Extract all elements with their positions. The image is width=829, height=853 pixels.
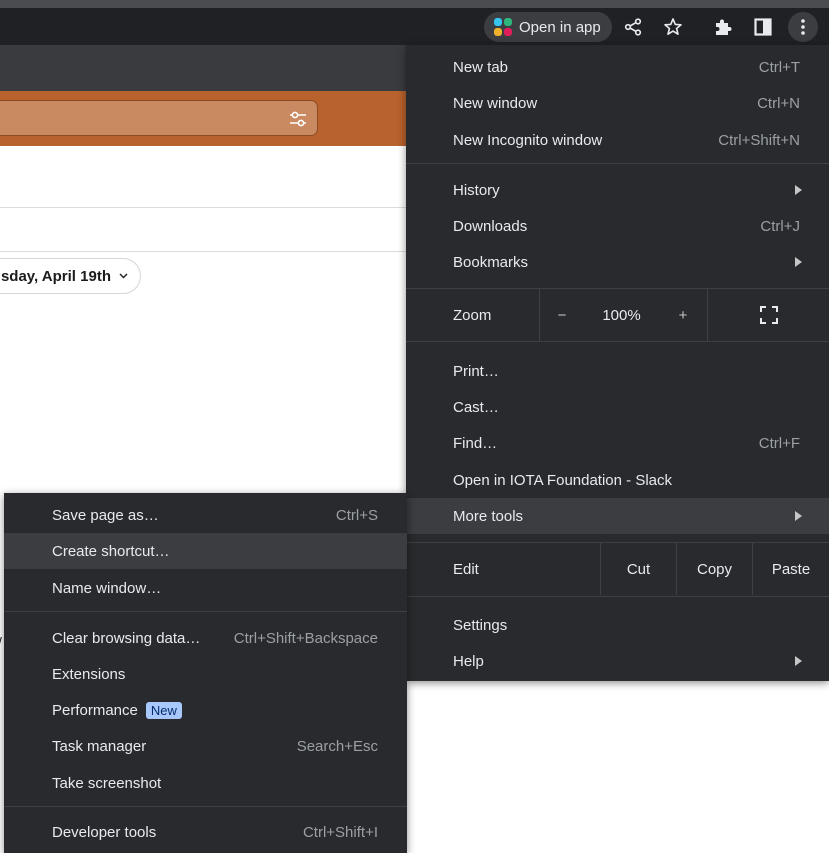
menu-item-shortcut: Ctrl+Shift+N [718, 131, 800, 149]
menu-item-label: Clear browsing data… [52, 629, 201, 647]
copy-button[interactable]: Copy [677, 543, 752, 595]
page-top-band [0, 45, 406, 91]
menu-item-label: Create shortcut… [52, 542, 170, 560]
menu-separator [406, 341, 829, 342]
menu-item-label: Name window… [52, 579, 162, 597]
menu-separator [4, 611, 407, 612]
menu-item-bookmarks[interactable]: Bookmarks [406, 244, 829, 280]
menu-separator [406, 596, 829, 597]
more-vert-icon[interactable] [788, 12, 818, 42]
menu-item-label: New window [453, 94, 538, 112]
menu-item-new-incognito[interactable]: New Incognito window Ctrl+Shift+N [406, 122, 829, 158]
menu-item-open-in-slack[interactable]: Open in IOTA Foundation - Slack [406, 462, 829, 498]
menu-item-label: Help [453, 652, 484, 670]
date-label: sday, April 19th [0, 267, 111, 285]
menu-item-print[interactable]: Print… [406, 353, 829, 389]
submenu-arrow-icon [795, 511, 802, 521]
search-input[interactable] [0, 100, 318, 136]
menu-item-label: Open in IOTA Foundation - Slack [453, 471, 673, 489]
star-icon[interactable] [658, 12, 688, 42]
divider [0, 251, 406, 252]
menu-item-create-shortcut[interactable]: Create shortcut… [4, 533, 407, 569]
menu-item-label: New tab [453, 58, 509, 76]
submenu-arrow-icon [795, 257, 802, 267]
menu-item-new-window[interactable]: New window Ctrl+N [406, 85, 829, 121]
open-in-app-label: Open in app [519, 18, 601, 36]
search-filter-icon[interactable] [287, 108, 309, 130]
menu-item-performance-label: Performance New [52, 701, 182, 719]
menu-item-label: Performance [52, 701, 138, 719]
zoom-row: Zoom − 100% + [406, 289, 829, 341]
menu-item-label: History [453, 181, 500, 199]
divider [0, 207, 406, 208]
menu-item-take-screenshot[interactable]: Take screenshot [4, 765, 407, 801]
menu-item-history[interactable]: History [406, 172, 829, 208]
edit-row: Edit Cut Copy Paste [406, 543, 829, 595]
menu-separator [406, 163, 829, 164]
more-tools-submenu: Save page as… Ctrl+S Create shortcut… Na… [4, 493, 407, 853]
chevron-down-icon [119, 273, 128, 279]
zoom-out-button[interactable]: − [540, 289, 584, 341]
share-icon[interactable] [618, 12, 648, 42]
page-text-fragment: / [0, 634, 2, 650]
menu-item-developer-tools[interactable]: Developer tools Ctrl+Shift+I [4, 814, 407, 850]
menu-item-save-page[interactable]: Save page as… Ctrl+S [4, 497, 407, 533]
menu-item-shortcut: Ctrl+Shift+I [302, 823, 378, 841]
menu-item-settings[interactable]: Settings [406, 607, 829, 643]
slack-logo [494, 18, 512, 36]
menu-item-shortcut: Ctrl+T [758, 58, 800, 76]
fullscreen-icon[interactable] [708, 289, 829, 341]
menu-item-shortcut: Ctrl+J [760, 217, 800, 235]
menu-item-label: Bookmarks [453, 253, 529, 271]
menu-item-label: Find… [453, 434, 498, 452]
zoom-level: 100% [602, 306, 641, 324]
open-in-app-button[interactable]: Open in app [484, 12, 612, 42]
menu-item-more-tools[interactable]: More tools [406, 498, 829, 534]
menu-item-label: Downloads [453, 217, 528, 235]
menu-item-help[interactable]: Help [406, 643, 829, 679]
menu-item-name-window[interactable]: Name window… [4, 570, 407, 606]
menu-item-extensions[interactable]: Extensions [4, 656, 407, 692]
menu-item-label: Take screenshot [52, 774, 162, 792]
side-panel-icon[interactable] [748, 12, 778, 42]
menu-item-downloads[interactable]: Downloads Ctrl+J [406, 208, 829, 244]
menu-item-shortcut: Ctrl+S [335, 506, 378, 524]
window-top-strip [0, 0, 829, 8]
zoom-label: Zoom [453, 306, 492, 324]
menu-item-cast[interactable]: Cast… [406, 389, 829, 425]
menu-item-label: Settings [453, 616, 508, 634]
menu-item-clear-browsing-data[interactable]: Clear browsing data… Ctrl+Shift+Backspac… [4, 620, 407, 656]
menu-item-task-manager[interactable]: Task manager Search+Esc [4, 728, 407, 764]
menu-item-shortcut: Search+Esc [296, 737, 378, 755]
menu-item-performance[interactable]: Performance New [4, 692, 407, 728]
menu-item-label: Save page as… [52, 506, 159, 524]
extensions-icon[interactable] [708, 12, 738, 42]
menu-item-shortcut: Ctrl+Shift+Backspace [233, 629, 378, 647]
new-badge: New [145, 701, 182, 719]
date-divider-pill[interactable]: sday, April 19th [0, 258, 141, 294]
menu-item-label: New Incognito window [453, 131, 603, 149]
menu-item-label: Extensions [52, 665, 126, 683]
menu-item-label: Task manager [52, 737, 147, 755]
menu-item-label: Developer tools [52, 823, 157, 841]
menu-item-label: Cast… [453, 398, 499, 416]
zoom-in-button[interactable]: + [661, 289, 705, 341]
submenu-arrow-icon [795, 656, 802, 666]
menu-item-find[interactable]: Find… Ctrl+F [406, 425, 829, 461]
edit-label: Edit [453, 560, 479, 578]
browser-toolbar: Open in app [0, 8, 829, 45]
menu-item-shortcut: Ctrl+N [757, 94, 800, 112]
menu-item-label: Print… [453, 362, 499, 380]
chrome-main-menu: New tab Ctrl+T New window Ctrl+N New Inc… [406, 45, 829, 681]
menu-item-label: More tools [453, 507, 524, 525]
menu-item-shortcut: Ctrl+F [758, 434, 800, 452]
menu-item-new-tab[interactable]: New tab Ctrl+T [406, 49, 829, 85]
cut-button[interactable]: Cut [601, 543, 676, 595]
menu-separator [4, 806, 407, 807]
submenu-arrow-icon [795, 185, 802, 195]
paste-button[interactable]: Paste [753, 543, 829, 595]
